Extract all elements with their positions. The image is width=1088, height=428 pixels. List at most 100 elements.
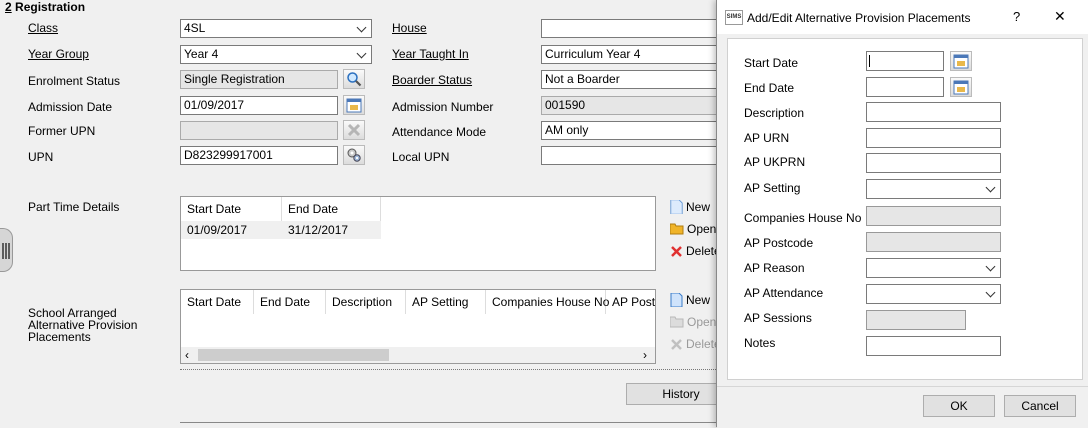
ap-open-action[interactable]: Open (670, 315, 716, 329)
gears-icon (347, 148, 361, 162)
scroll-left-arrow-icon[interactable]: ‹ (185, 347, 189, 363)
part-time-grid[interactable]: Start Date End Date 01/09/2017 31/12/201… (180, 196, 656, 271)
former-upn-clear-button[interactable] (343, 120, 365, 140)
ap-new-label: New (686, 293, 711, 307)
side-collapse-handle[interactable] (0, 228, 13, 272)
companies-house-no-input[interactable] (866, 206, 1001, 226)
part-time-open-label: Open (687, 222, 717, 236)
attendance-mode-label: Attendance Mode (392, 125, 487, 139)
ap-col-end-date[interactable]: End Date (254, 290, 326, 314)
ap-placements-label: School Arranged Alternative Provision Pl… (28, 306, 138, 344)
calendar-icon (953, 54, 969, 69)
part-time-row-start[interactable]: 01/09/2017 (181, 221, 282, 239)
enrolment-lookup-button[interactable] (343, 69, 365, 89)
former-upn-field[interactable] (180, 121, 338, 140)
dialog-footer: OK Cancel (717, 386, 1088, 428)
delete-x-icon (671, 338, 682, 350)
local-upn-field[interactable] (541, 146, 721, 165)
new-document-icon (670, 200, 683, 214)
enrolment-status-label: Enrolment Status (28, 74, 121, 88)
start-date-label: Start Date (744, 56, 799, 70)
cancel-button[interactable]: Cancel (1004, 395, 1076, 417)
upn-label: UPN (28, 150, 54, 164)
admission-number-field[interactable]: 001590 (541, 96, 721, 115)
ap-new-action[interactable]: New (670, 293, 710, 307)
part-time-row-end[interactable]: 31/12/2017 (282, 221, 381, 239)
house-select[interactable] (541, 19, 721, 38)
dialog-titlebar[interactable]: SIMS Add/Edit Alternative Provision Plac… (717, 0, 1088, 34)
admission-date-calendar-button[interactable] (343, 95, 365, 115)
ap-sessions-label: AP Sessions (744, 311, 812, 325)
open-folder-icon (670, 316, 684, 328)
year-group-select[interactable]: Year 4 (180, 45, 372, 64)
close-icon[interactable]: ✕ (1054, 8, 1066, 25)
ap-col-companies-house-no[interactable]: Companies House No (486, 290, 609, 314)
ap-placements-grid[interactable]: Start Date End Date Description AP Setti… (180, 289, 656, 364)
ap-urn-input[interactable] (866, 128, 1001, 148)
start-date-input[interactable] (866, 51, 944, 71)
section-header: 2 Registration (5, 0, 85, 14)
attendance-mode-select[interactable]: AM only (541, 121, 721, 140)
part-time-col-start-date[interactable]: Start Date (181, 197, 282, 221)
class-label[interactable]: Class (28, 21, 58, 35)
ap-col-start-date[interactable]: Start Date (181, 290, 254, 314)
year-taught-in-select[interactable]: Curriculum Year 4 (541, 45, 721, 64)
admission-date-label: Admission Date (28, 100, 113, 114)
ap-urn-label: AP URN (744, 131, 790, 145)
class-select[interactable]: 4SL (180, 19, 372, 38)
end-date-input[interactable] (866, 77, 944, 97)
end-date-calendar-button[interactable] (950, 77, 972, 97)
description-label: Description (744, 106, 805, 120)
year-taught-in-label[interactable]: Year Taught In (392, 47, 469, 61)
house-label[interactable]: House (392, 21, 427, 35)
ap-ukprn-input[interactable] (866, 153, 1001, 173)
scroll-right-arrow-icon[interactable]: › (643, 347, 647, 363)
section-number: 2 (5, 0, 12, 14)
ap-delete-action[interactable]: Delete (670, 337, 721, 351)
part-time-delete-action[interactable]: Delete (670, 244, 721, 258)
ap-attendance-select[interactable] (866, 284, 1001, 304)
ap-reason-select[interactable] (866, 258, 1001, 278)
part-time-col-end-date[interactable]: End Date (282, 197, 381, 221)
section-title: Registration (15, 0, 86, 14)
upn-generate-button[interactable] (343, 145, 365, 165)
upn-field[interactable]: D823299917001 (180, 146, 338, 165)
dialog-title: Add/Edit Alternative Provision Placement… (747, 11, 971, 25)
enrolment-status-field[interactable]: Single Registration (180, 70, 338, 89)
ap-postcode-input[interactable] (866, 232, 1001, 252)
sims-app-icon: SIMS (725, 10, 743, 25)
ap-col-description[interactable]: Description (326, 290, 406, 314)
boarder-status-select[interactable]: Not a Boarder (541, 70, 721, 89)
part-time-new-action[interactable]: New (670, 200, 710, 214)
ap-postcode-label: AP Postcode (744, 236, 814, 250)
grip-icon (2, 243, 10, 259)
part-time-new-label: New (686, 200, 711, 214)
start-date-calendar-button[interactable] (950, 51, 972, 71)
ap-horizontal-scrollbar[interactable]: ‹ › (181, 347, 655, 363)
ap-setting-select[interactable] (866, 179, 1001, 199)
notes-label: Notes (744, 336, 776, 350)
companies-house-no-label: Companies House No (744, 211, 862, 225)
admission-date-field[interactable]: 01/09/2017 (180, 96, 338, 115)
boarder-status-label[interactable]: Boarder Status (392, 73, 472, 87)
ap-ukprn-label: AP UKPRN (744, 155, 806, 169)
calendar-icon (953, 80, 969, 95)
ok-button[interactable]: OK (923, 395, 995, 417)
local-upn-label: Local UPN (392, 150, 450, 164)
magnifier-icon (347, 72, 362, 87)
notes-input[interactable] (866, 336, 1001, 356)
open-folder-icon (670, 223, 684, 235)
ap-sessions-input[interactable] (866, 310, 966, 330)
ap-col-ap-setting[interactable]: AP Setting (406, 290, 486, 314)
calendar-icon (346, 98, 362, 113)
help-button[interactable]: ? (1013, 9, 1020, 24)
description-input[interactable] (866, 102, 1001, 122)
new-document-icon (670, 293, 683, 307)
ap-col-ap-postcode[interactable]: AP Postc (606, 290, 655, 314)
scroll-thumb[interactable] (198, 349, 389, 361)
year-group-label[interactable]: Year Group (28, 47, 89, 61)
admission-number-label: Admission Number (392, 100, 494, 114)
part-time-open-action[interactable]: Open (670, 222, 716, 236)
part-time-details-label: Part Time Details (28, 200, 120, 214)
ap-grid-focus-line (180, 369, 720, 370)
